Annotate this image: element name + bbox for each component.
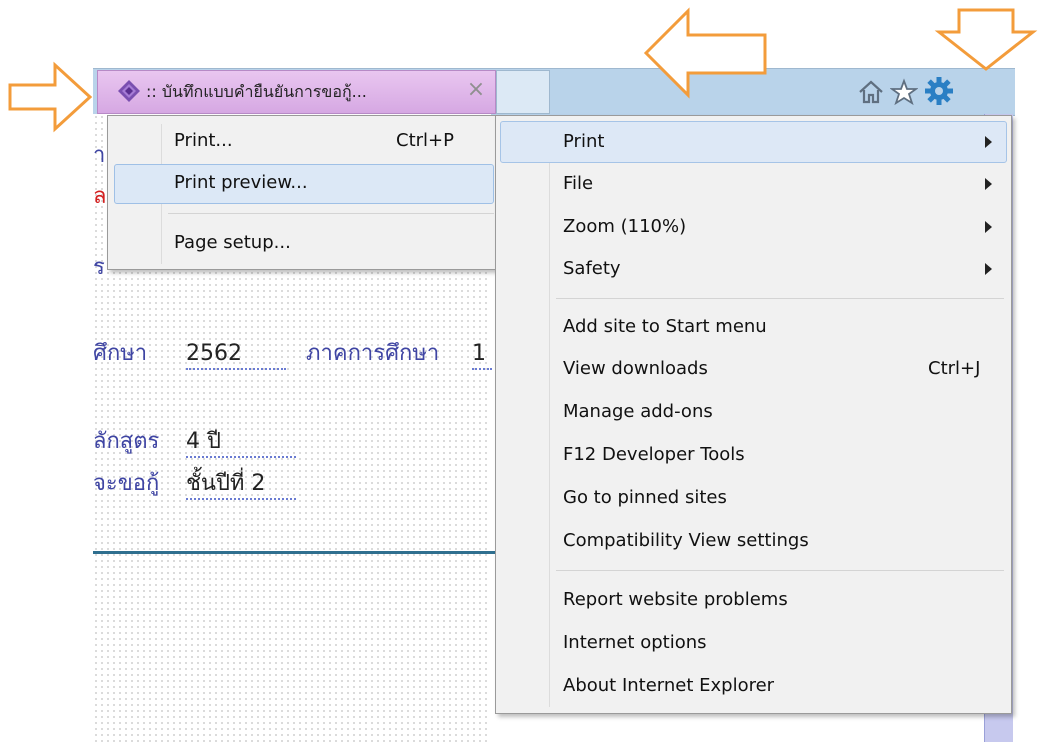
home-icon[interactable] [857,78,885,106]
menu-item-file[interactable]: File [563,172,593,196]
academic-year-label: ศึกษา [93,341,148,366]
site-logo-icon [118,80,140,102]
menu-item-print-preview[interactable]: Print preview... [174,171,308,195]
page-text-fragment: ร [93,255,105,280]
divider [93,551,498,554]
menu-shortcut: Ctrl+J [928,358,981,379]
page-text-fragment: ล [93,184,107,209]
menu-item-manage-add-ons[interactable]: Manage add-ons [563,400,713,424]
menu-item-zoom[interactable]: Zoom (110%) [563,215,686,239]
gear-icon[interactable] [924,76,954,106]
tools-menu: Print File Zoom (110%) Safety Add site t… [495,115,1012,714]
callout-arrow-right [8,61,93,133]
tab-close-icon[interactable]: × [464,78,488,102]
callout-arrow-down [934,8,1038,72]
menu-item-about-internet-explorer[interactable]: About Internet Explorer [563,674,774,698]
program-value: 4 ปี [186,428,296,458]
menu-separator [556,570,1004,571]
academic-year-value: 2562 [186,340,286,370]
menu-item-print[interactable]: Print... [174,129,233,153]
menu-item-f12-developer-tools[interactable]: F12 Developer Tools [563,443,745,467]
menu-item-print[interactable]: Print [563,130,604,154]
menu-item-report-website-problems[interactable]: Report website problems [563,588,788,612]
program-label: ลักสูตร [93,429,160,454]
callout-arrow-left [643,7,768,99]
star-icon[interactable] [889,78,919,106]
menu-separator [168,213,494,214]
menu-item-page-setup[interactable]: Page setup... [174,231,291,255]
menu-item-add-site-to-start-menu[interactable]: Add site to Start menu [563,315,767,339]
year-level-value: ชั้นปีที่ 2 [186,470,296,500]
menu-item-go-to-pinned-sites[interactable]: Go to pinned sites [563,486,727,510]
menu-item-compatibility-view-settings[interactable]: Compatibility View settings [563,529,809,553]
menu-gutter [549,122,550,707]
menu-separator [556,298,1004,299]
submenu-arrow-icon [985,263,992,275]
submenu-arrow-icon [985,178,992,190]
menu-item-internet-options[interactable]: Internet options [563,631,707,655]
submenu-arrow-icon [985,136,992,148]
year-level-label: จะขอกู้ [93,471,160,496]
semester-label: ภาคการศึกษา [306,341,440,366]
new-tab-button[interactable] [496,70,550,114]
menu-item-view-downloads[interactable]: View downloads [563,357,708,381]
menu-item-safety[interactable]: Safety [563,257,621,281]
semester-value: 1 [472,340,492,370]
tab-title: :: บันทึกแบบคำยืนยันการขอกู้... [146,82,367,101]
menu-shortcut: Ctrl+P [396,130,454,151]
page-text-fragment: า [93,143,106,168]
submenu-arrow-icon [985,221,992,233]
print-submenu: Print... Ctrl+P Print preview... Page se… [107,115,502,270]
